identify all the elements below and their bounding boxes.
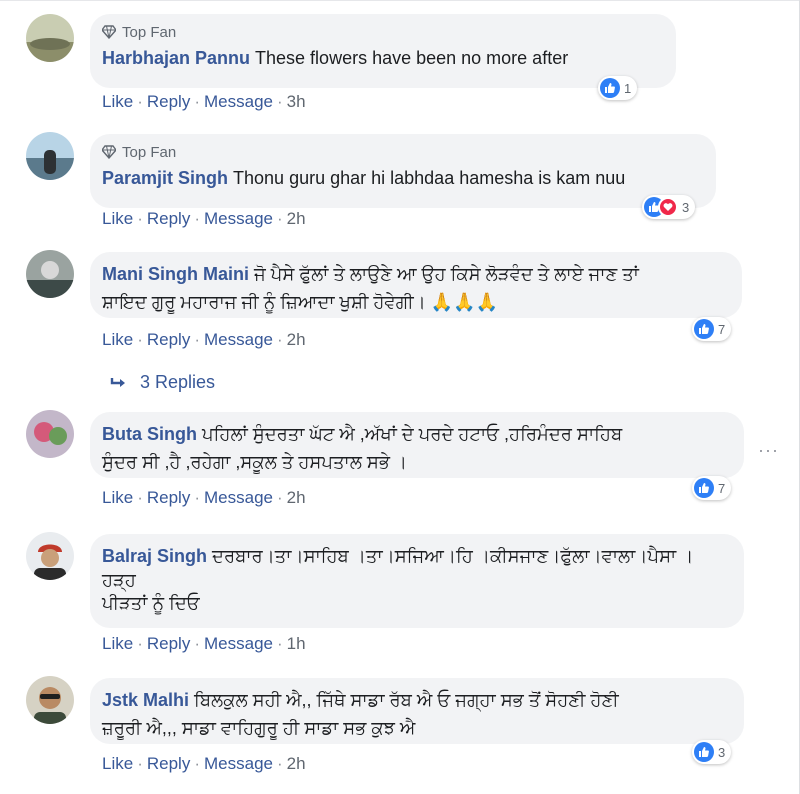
- view-replies-link[interactable]: 3 Replies: [110, 372, 215, 393]
- message-link[interactable]: Message: [204, 488, 273, 507]
- avatar[interactable]: [26, 14, 74, 62]
- comment-text: These flowers have been no more after: [255, 48, 569, 68]
- reply-link[interactable]: Reply: [147, 330, 190, 349]
- message-link[interactable]: Message: [204, 92, 273, 111]
- comment-text-line: ਹੜ੍ਹ: [102, 570, 136, 590]
- like-link[interactable]: Like: [102, 330, 133, 349]
- comment-actions: Like · Reply · Message · 2h: [102, 330, 306, 349]
- more-options-icon[interactable]: ···: [758, 440, 779, 461]
- comment-text-line: ਸੁੰਦਰ ਸੀ ,ਹੈ ,ਰਹੇਗਾ ,ਸਕੂਲ ਤੇ ਹਸਪਤਾਲ ਸਭੇ …: [102, 452, 408, 472]
- comment-time[interactable]: 2h: [287, 330, 306, 349]
- like-reaction-icon: [694, 742, 714, 762]
- reaction-count: 1: [624, 80, 632, 96]
- avatar[interactable]: [26, 532, 74, 580]
- comment-bubble: Top Fan Paramjit Singh Thonu guru ghar hi…: [90, 134, 716, 208]
- comment-text-line: ਸ਼ਾਇਦ ਗੁਰੂ ਮਹਾਰਾਜ ਜੀ ਨੂੰ ਜ਼ਿਆਦਾ ਖੁਸ਼ੀ ਹੋ…: [102, 292, 498, 312]
- top-fan-badge: Top Fan: [102, 142, 700, 162]
- comment-time[interactable]: 2h: [287, 754, 306, 773]
- top-fan-label: Top Fan: [122, 143, 177, 161]
- reply-link[interactable]: Reply: [147, 754, 190, 773]
- reply-arrow-icon: [110, 377, 125, 387]
- like-reaction-icon: [600, 78, 620, 98]
- comment-author[interactable]: Jstk Malhi: [102, 690, 189, 710]
- comment-bubble: Jstk Malhi ਬਿਲਕੁਲ ਸਹੀ ਐ,, ਜਿੱਥੇ ਸਾਡਾ ਰੱਬ …: [90, 678, 744, 744]
- comment-bubble: Top Fan Harbhajan Pannu These flowers hav…: [90, 14, 676, 88]
- reply-link[interactable]: Reply: [147, 209, 190, 228]
- reaction-summary[interactable]: 3: [642, 195, 696, 219]
- comment-text: Thonu guru ghar hi labhdaa hamesha is ka…: [233, 168, 626, 188]
- comment-author[interactable]: Harbhajan Pannu: [102, 48, 250, 68]
- replies-label[interactable]: 3 Replies: [140, 372, 215, 393]
- reaction-count: 3: [718, 744, 726, 760]
- comment-text-line: ਜ਼ਰੂਰੀ ਐ,,, ਸਾਡਾ ਵਾਹਿਗੁਰੂ ਹੀ ਸਾਡਾ ਸਭ ਕੁਝ…: [102, 718, 416, 738]
- comment-author[interactable]: Balraj Singh: [102, 546, 207, 566]
- comment-actions: Like · Reply · Message · 2h: [102, 754, 306, 773]
- reaction-count: 3: [682, 199, 690, 215]
- comment-text-line: ਦਰਬਾਰ।ਤਾ।ਸਾਹਿਬ ।ਤਾ।ਸਜਿਆ।ਹਿ ।ਕੀਸਜਾਣ।ਫੁੱਲਾ…: [212, 546, 694, 566]
- comment-text-line: ਜੋ ਪੈਸੇ ਫੁੱਲਾਂ ਤੇ ਲਾਉਣੇ ਆ ਉਹ ਕਿਸੇ ਲੋੜਵੰਦ…: [254, 264, 639, 284]
- comment-text-line: ਪੀੜਤਾਂ ਨੂੰ ਦਿਓ: [102, 593, 200, 613]
- message-link[interactable]: Message: [204, 330, 273, 349]
- comment-text-line: ਬਿਲਕੁਲ ਸਹੀ ਐ,, ਜਿੱਥੇ ਸਾਡਾ ਰੱਬ ਐ ਓ ਜਗ੍ਹਾ …: [194, 690, 619, 710]
- diamond-icon: [102, 145, 116, 159]
- avatar[interactable]: [26, 250, 74, 298]
- reply-link[interactable]: Reply: [147, 634, 190, 653]
- avatar[interactable]: [26, 132, 74, 180]
- comment-text-line: ਪਹਿਲਾਂ ਸੁੰਦਰਤਾ ਘੱਟ ਐ ,ਅੱਖਾਂ ਦੇ ਪਰਦੇ ਹਟਾਓ…: [202, 424, 623, 444]
- reaction-summary[interactable]: 3: [692, 740, 732, 764]
- comment-actions: Like · Reply · Message · 1h: [102, 634, 306, 653]
- like-link[interactable]: Like: [102, 209, 133, 228]
- reaction-count: 7: [718, 321, 726, 337]
- reaction-summary[interactable]: 7: [692, 476, 732, 500]
- comment-bubble: Buta Singh ਪਹਿਲਾਂ ਸੁੰਦਰਤਾ ਘੱਟ ਐ ,ਅੱਖਾਂ ਦੇ…: [90, 412, 744, 478]
- like-link[interactable]: Like: [102, 634, 133, 653]
- reply-link[interactable]: Reply: [147, 488, 190, 507]
- reaction-summary[interactable]: 7: [692, 317, 732, 341]
- love-reaction-icon: [658, 197, 678, 217]
- like-link[interactable]: Like: [102, 754, 133, 773]
- top-fan-label: Top Fan: [122, 23, 177, 41]
- message-link[interactable]: Message: [204, 209, 273, 228]
- comment-actions: Like · Reply · Message · 2h: [102, 209, 306, 228]
- comment-author[interactable]: Paramjit Singh: [102, 168, 228, 188]
- top-fan-badge: Top Fan: [102, 22, 660, 42]
- comment-time[interactable]: 2h: [287, 488, 306, 507]
- like-link[interactable]: Like: [102, 92, 133, 111]
- reply-link[interactable]: Reply: [147, 92, 190, 111]
- comment-time[interactable]: 1h: [287, 634, 306, 653]
- reaction-summary[interactable]: 1: [598, 76, 638, 100]
- comment-bubble: Balraj Singh ਦਰਬਾਰ।ਤਾ।ਸਾਹਿਬ ।ਤਾ।ਸਜਿਆ।ਹਿ ।…: [90, 534, 744, 628]
- message-link[interactable]: Message: [204, 634, 273, 653]
- comment-time[interactable]: 2h: [287, 209, 306, 228]
- like-link[interactable]: Like: [102, 488, 133, 507]
- comment-bubble: Mani Singh Maini ਜੋ ਪੈਸੇ ਫੁੱਲਾਂ ਤੇ ਲਾਉਣੇ …: [90, 252, 742, 318]
- diamond-icon: [102, 25, 116, 39]
- comment-author[interactable]: Mani Singh Maini: [102, 264, 249, 284]
- comment-author[interactable]: Buta Singh: [102, 424, 197, 444]
- comment-actions: Like · Reply · Message · 3h: [102, 92, 306, 111]
- top-divider: [0, 0, 800, 1]
- message-link[interactable]: Message: [204, 754, 273, 773]
- comment-time[interactable]: 3h: [287, 92, 306, 111]
- avatar[interactable]: [26, 410, 74, 458]
- like-reaction-icon: [694, 319, 714, 339]
- comment-actions: Like · Reply · Message · 2h: [102, 488, 306, 507]
- reaction-count: 7: [718, 480, 726, 496]
- avatar[interactable]: [26, 676, 74, 724]
- like-reaction-icon: [694, 478, 714, 498]
